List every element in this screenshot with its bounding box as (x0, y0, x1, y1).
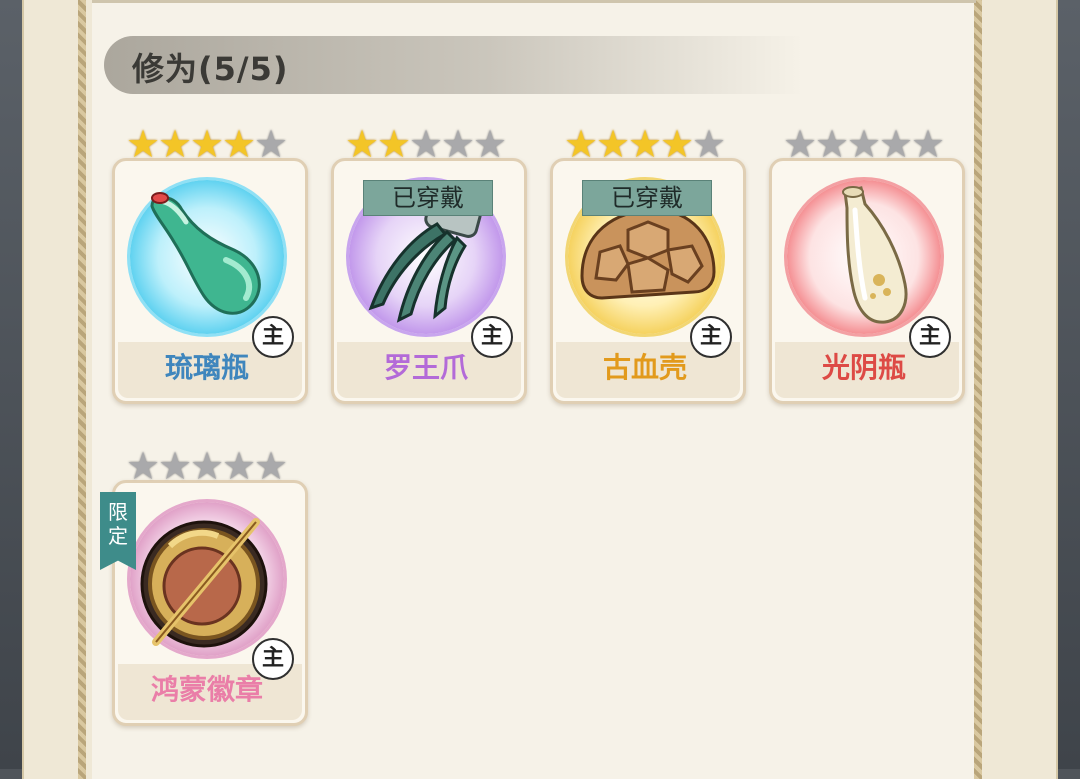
limited-tag: 限定 (100, 492, 136, 570)
star-empty-icon: ★ (911, 122, 946, 166)
star-empty-icon: ★ (222, 444, 257, 488)
section-title: 修为(5/5) (132, 50, 289, 88)
porcelain-vase-icon (842, 186, 908, 324)
item-name: 罗王爪 (383, 351, 468, 384)
item-name: 琉璃瓶 (164, 351, 249, 384)
item-name: 鸿蒙徽章 (150, 673, 263, 706)
item-name: 光阴瓶 (821, 351, 906, 384)
equipped-tag: 已穿戴 (582, 180, 712, 216)
star-rating: ★ ★ ★ ★ ★ (126, 446, 296, 486)
star-empty-icon: ★ (815, 122, 850, 166)
star-filled-icon: ★ (345, 122, 380, 166)
star-filled-icon: ★ (126, 122, 161, 166)
item-card-guxueke[interactable]: ★ ★ ★ ★ ★ 已穿戴 主 古血壳 (550, 124, 746, 404)
star-empty-icon: ★ (254, 444, 289, 488)
star-filled-icon: ★ (660, 122, 695, 166)
star-filled-icon: ★ (596, 122, 631, 166)
star-filled-icon: ★ (628, 122, 663, 166)
star-empty-icon: ★ (126, 444, 161, 488)
star-filled-icon: ★ (564, 122, 599, 166)
star-rating: ★ ★ ★ ★ ★ (564, 124, 734, 164)
golden-badge-icon (140, 518, 268, 648)
item-orb (130, 180, 284, 334)
star-filled-icon: ★ (190, 122, 225, 166)
item-card-hongmenghuizhang[interactable]: ★ ★ ★ ★ ★ 限定 主 鸿蒙徽章 (100, 446, 308, 726)
item-orb (130, 502, 284, 656)
star-rating: ★ ★ ★ ★ ★ (783, 124, 953, 164)
item-card-guangyinping[interactable]: ★ ★ ★ ★ ★ 主 光阴瓶 (769, 124, 965, 404)
star-filled-icon: ★ (222, 122, 257, 166)
star-empty-icon: ★ (409, 122, 444, 166)
star-empty-icon: ★ (158, 444, 193, 488)
frame-rope-right (974, 0, 982, 779)
item-card-luowangzhua[interactable]: ★ ★ ★ ★ ★ 已穿戴 主 罗王爪 (331, 124, 527, 404)
glass-gourd-bottle-icon (150, 192, 261, 315)
star-empty-icon: ★ (254, 122, 289, 166)
star-empty-icon: ★ (473, 122, 508, 166)
item-orb (787, 180, 941, 334)
top-divider (92, 0, 976, 3)
star-filled-icon: ★ (158, 122, 193, 166)
star-empty-icon: ★ (783, 122, 818, 166)
star-empty-icon: ★ (879, 122, 914, 166)
item-name: 古血壳 (602, 351, 687, 384)
item-card-liulipng[interactable]: ★ ★ ★ ★ ★ 主 琉璃瓶 (112, 124, 308, 404)
star-rating: ★ ★ ★ ★ ★ (126, 124, 296, 164)
equipped-tag: 已穿戴 (363, 180, 493, 216)
star-empty-icon: ★ (692, 122, 727, 166)
star-rating: ★ ★ ★ ★ ★ (345, 124, 515, 164)
star-filled-icon: ★ (377, 122, 412, 166)
star-empty-icon: ★ (441, 122, 476, 166)
frame-rope-left (78, 0, 86, 779)
star-empty-icon: ★ (190, 444, 225, 488)
star-empty-icon: ★ (847, 122, 882, 166)
